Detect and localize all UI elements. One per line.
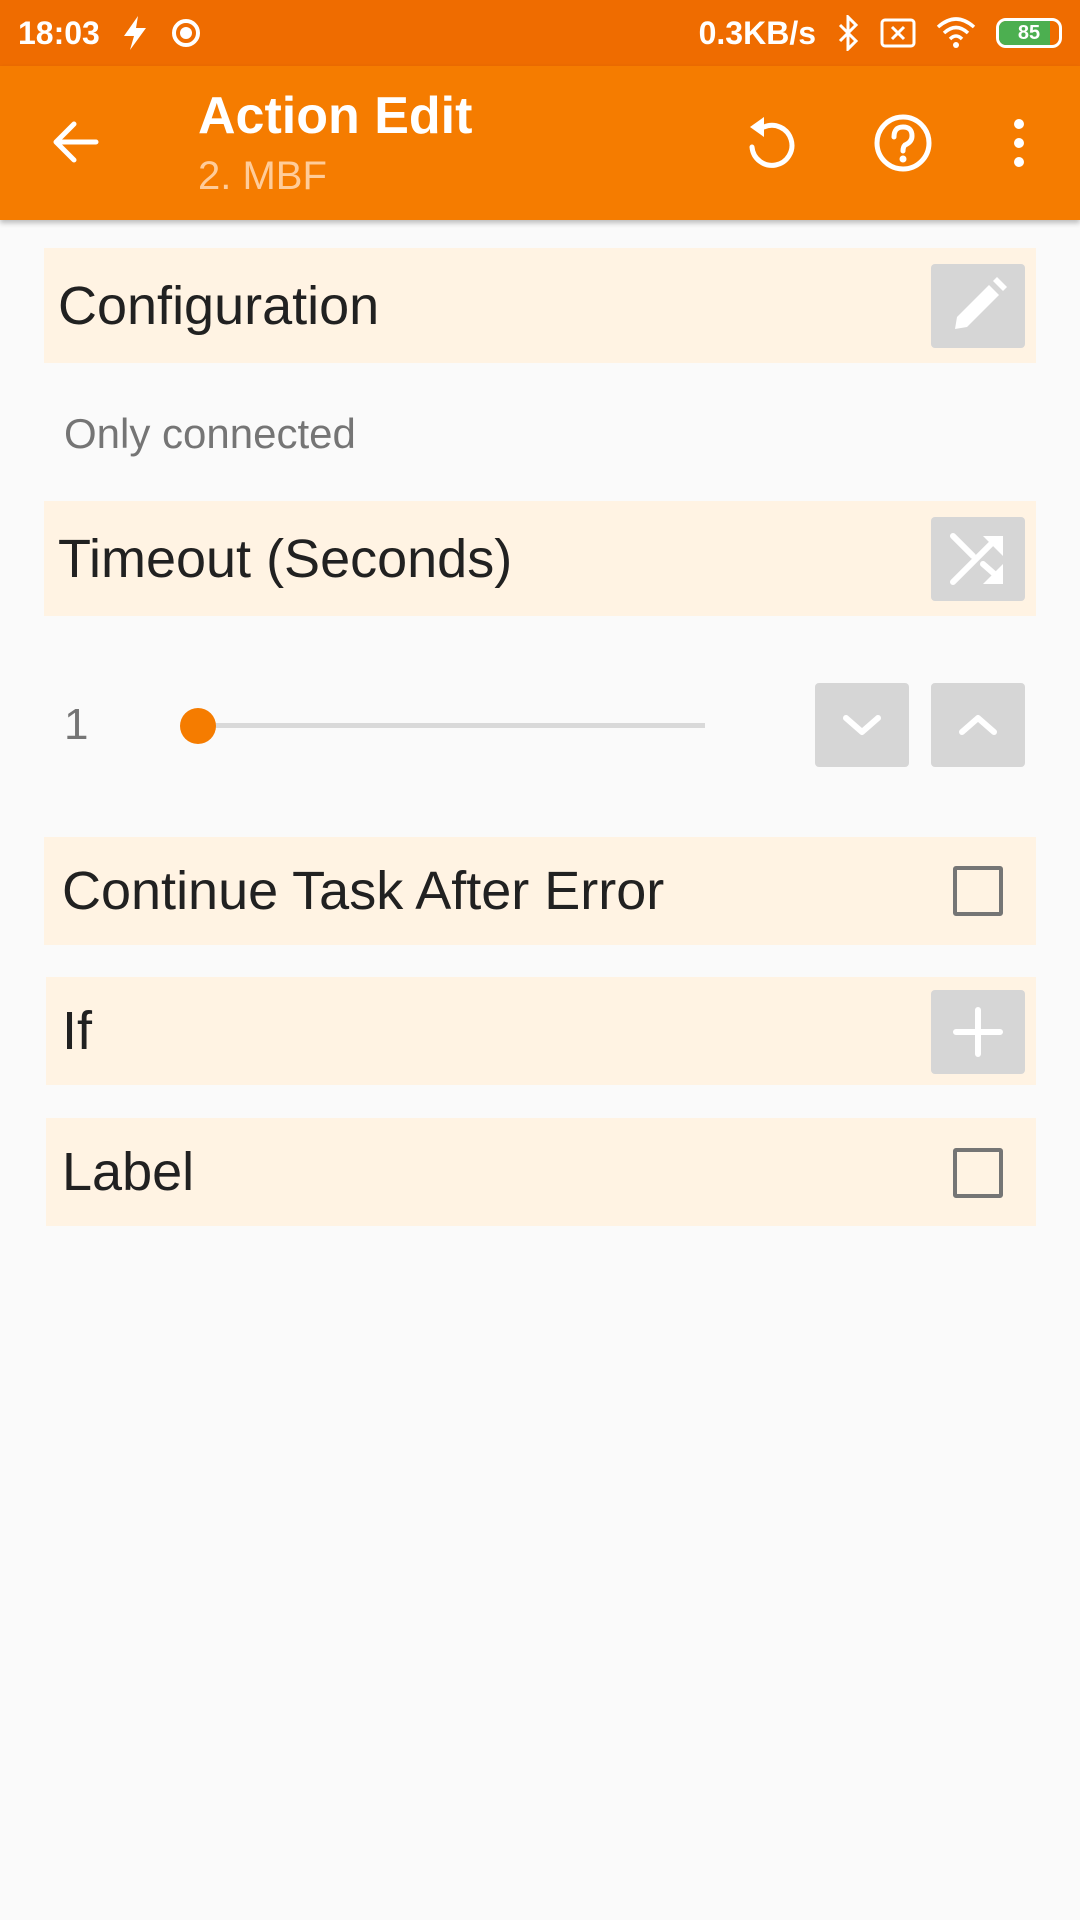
battery-level: 85 [1017, 21, 1041, 44]
page-title: Action Edit [198, 87, 473, 145]
back-arrow-icon [53, 121, 99, 163]
flash-icon [123, 16, 146, 50]
help-icon [874, 114, 932, 172]
continue-after-error-label: Continue Task After Error [62, 861, 665, 921]
overflow-menu-icon [1014, 119, 1024, 167]
plus-icon [953, 1007, 1003, 1057]
chevron-down-icon [843, 715, 881, 735]
timeout-section: Timeout (Seconds) [44, 501, 1036, 616]
timeout-value: 1 [64, 700, 89, 749]
bluetooth-icon [838, 15, 859, 51]
status-time: 18:03 [18, 14, 100, 51]
chevron-up-icon [959, 715, 997, 735]
configuration-label: Configuration [58, 275, 380, 336]
record-icon [171, 19, 200, 47]
sim-error-icon [880, 18, 916, 48]
help-button[interactable] [868, 108, 938, 178]
undo-button[interactable] [735, 108, 805, 178]
continue-after-error-checkbox[interactable] [953, 866, 1003, 916]
decrement-button[interactable] [815, 683, 909, 767]
status-bar: 18:03 0.3KB/s 85 [0, 0, 1080, 66]
pencil-icon [955, 277, 1007, 329]
battery-icon: 85 [996, 18, 1062, 48]
if-row: If [46, 977, 1036, 1085]
label-checkbox[interactable] [953, 1148, 1003, 1198]
shuffle-icon [950, 533, 1003, 585]
add-condition-button[interactable] [931, 990, 1025, 1074]
configuration-section: Configuration [44, 248, 1036, 363]
increment-button[interactable] [931, 683, 1025, 767]
label-row[interactable]: Label [46, 1118, 1036, 1226]
back-button[interactable] [46, 112, 106, 172]
if-label: If [62, 1001, 93, 1061]
variable-toggle-button[interactable] [931, 517, 1025, 601]
wifi-icon [936, 17, 976, 48]
timeout-slider-thumb[interactable] [180, 708, 216, 744]
configuration-value: Only connected [64, 410, 356, 457]
label-option-label: Label [62, 1142, 195, 1202]
continue-after-error-row[interactable]: Continue Task After Error [44, 837, 1036, 945]
app-bar: Action Edit 2. MBF [0, 66, 1080, 220]
overflow-menu-button[interactable] [984, 108, 1054, 178]
timeout-label: Timeout (Seconds) [58, 528, 513, 589]
undo-icon [749, 117, 795, 168]
timeout-slider-track[interactable] [198, 723, 705, 728]
network-speed: 0.3KB/s [698, 14, 816, 51]
page-subtitle: 2. MBF [198, 154, 327, 198]
edit-configuration-button[interactable] [931, 264, 1025, 348]
